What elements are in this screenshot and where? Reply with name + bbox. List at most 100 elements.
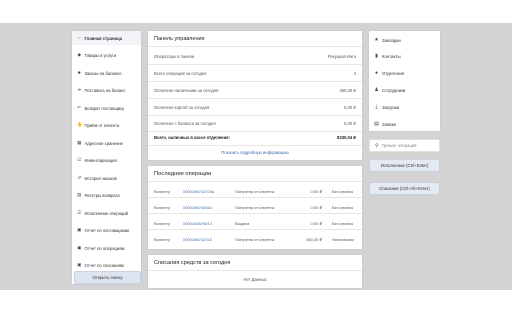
op-source: Boxberry	[154, 221, 171, 226]
tracking-search-input[interactable]	[381, 143, 437, 148]
star-icon: ★	[374, 37, 379, 43]
op-amount: 0,00 ₽	[310, 221, 322, 226]
left-sidebar: ⌂ Главная страница ◆ Товары и услуги ■ З…	[72, 31, 141, 284]
sidebar-item-history[interactable]: ↺ История заказов	[72, 171, 141, 185]
cp-total-value: 8330,04 ₽	[337, 135, 356, 140]
right-item-label: Заявки	[382, 121, 396, 127]
sidebar-item-put-balance[interactable]: ➜ Поставить на баланс	[72, 84, 141, 98]
sidebar-item-inventory[interactable]: ☑ Инвентаризация	[72, 154, 141, 168]
right-item-label: Контакты	[382, 53, 401, 59]
op-amount: 0,00 ₽	[310, 205, 322, 210]
sidebar-item-return-supplier[interactable]: ↶ Возврат поставщику	[72, 101, 141, 115]
sidebar-item-label: Исполнение операций	[84, 210, 129, 216]
divider	[148, 64, 362, 65]
contacts-icon: ▮	[375, 53, 378, 59]
cp-row-value: Рекуцкая Инга	[327, 54, 356, 59]
divider	[148, 181, 362, 182]
table-row[interactable]: Boxberry 0000166716703a Получена от клие…	[154, 186, 360, 196]
divider	[148, 115, 362, 116]
arrow-right-icon: ➜	[77, 87, 82, 93]
sidebar-item-label: Адресное хранение	[84, 140, 124, 146]
op-number-link[interactable]: 0000166716703a	[183, 189, 214, 194]
truck-icon: ■	[77, 69, 81, 75]
divider	[148, 98, 362, 99]
ticket-icon: ▤	[374, 121, 379, 127]
cp-row: Оплачено картой за сегодня 0,00 ₽	[154, 103, 356, 112]
right-item-branches[interactable]: ● Отделения	[369, 66, 440, 80]
right-item-requests[interactable]: ▤ Заявки	[369, 117, 440, 131]
table-row[interactable]: Boxberry 0000166575813 Выдача 0,00 ₽ Без…	[154, 218, 360, 228]
cp-row-label: Оплачено наличными за сегодня	[154, 88, 219, 93]
op-amount: 0,00 ₽	[310, 189, 322, 194]
divider	[148, 81, 362, 82]
sidebar-item-address-storage[interactable]: ▦ Адресное хранение	[72, 136, 141, 150]
home-icon: ⌂	[77, 34, 81, 40]
right-item-employees[interactable]: ♟ Сотрудники	[369, 83, 440, 97]
op-payment: Без оплаты	[332, 189, 354, 194]
writeoff-button[interactable]: Списание (Ctrl+Alt+Enter)	[369, 182, 440, 195]
writeoffs-title: Списания средств за сегодня	[154, 260, 231, 266]
op-number-link[interactable]: 0000166742316	[183, 237, 212, 242]
cp-total-row: Всего, наличных в кассе отделения: 8330,…	[154, 133, 356, 142]
table-row[interactable]: Boxberry 0000166742316 Получена от клиен…	[154, 234, 360, 244]
right-item-label: Отделения	[382, 70, 404, 76]
divider	[148, 197, 362, 198]
hand-icon: ✋	[77, 122, 83, 128]
list-icon: ☰	[77, 209, 82, 215]
sidebar-item-report-ops[interactable]: ▣ Отчет по операциям	[72, 241, 141, 255]
sidebar-item-home[interactable]: ⌂ Главная страница	[72, 31, 141, 45]
user-icon: ♟	[374, 87, 379, 93]
cp-row-value: 0,00 ₽	[344, 105, 356, 110]
sidebar-item-label: Отчет по списаниям	[84, 263, 124, 268]
sidebar-item-label: Отчет по операциям	[84, 245, 125, 251]
op-source: Boxberry	[154, 237, 171, 242]
sidebar-item-receive-client[interactable]: ✋ Приём от клиента	[72, 119, 141, 133]
sidebar-item-label: Отчет по поставщикам	[84, 228, 129, 233]
sidebar-item-label: Поставить на баланс	[84, 88, 126, 93]
cp-row-value: 0,00 ₽	[344, 121, 356, 126]
calendar-icon: ▣	[77, 262, 82, 268]
right-item-contacts[interactable]: ▮ Контакты	[369, 49, 440, 63]
sidebar-item-orders[interactable]: ■ Заказы на балансе	[72, 66, 141, 80]
execute-button[interactable]: Исполнение (Ctrl+Enter)	[369, 159, 440, 172]
cp-row: Операторы в панели Рекуцкая Инга	[154, 52, 356, 61]
sidebar-item-exec-ops[interactable]: ☰ Исполнение операций	[72, 206, 141, 220]
open-shift-button[interactable]: Открыть смену	[74, 271, 141, 284]
op-number-link[interactable]: 0000166745364	[183, 205, 212, 210]
sidebar-item-label: Заказы на балансе	[84, 70, 122, 76]
tags-icon: ◆	[77, 52, 81, 58]
sidebar-item-label: Реестры возврата	[84, 193, 120, 198]
op-type: Получена от клиента	[235, 189, 275, 194]
cp-row-value: 4	[353, 71, 356, 76]
registry-icon: ▤	[77, 192, 82, 198]
sidebar-item-return-registry[interactable]: ▤ Реестры возврата	[72, 189, 141, 203]
table-row[interactable]: Boxberry 0000166745364 Получена от клиен…	[154, 202, 360, 212]
download-icon: ⤓	[375, 104, 378, 110]
sidebar-item-goods[interactable]: ◆ Товары и услуги	[72, 49, 141, 63]
cp-row: Оплачено наличными за сегодня 450,30 ₽	[154, 86, 356, 95]
tracking-search: ⚲	[369, 139, 440, 152]
cp-row-label: Оплачено картой за сегодня	[154, 105, 210, 110]
divider	[148, 229, 362, 230]
op-payment: Без оплаты	[332, 205, 354, 210]
sidebar-item-label: Возврат поставщику	[84, 105, 125, 111]
cp-row: Всего операций за сегодня 4	[154, 69, 356, 78]
right-item-bookmarks[interactable]: ★ Закладки	[369, 33, 440, 47]
right-item-label: Загрузки	[382, 104, 400, 110]
right-item-downloads[interactable]: ⤓ Загрузки	[369, 100, 440, 114]
top-band	[0, 0, 512, 23]
more-info-link[interactable]: Показать подробную информацию	[148, 150, 362, 155]
calendar-icon: ▣	[77, 244, 82, 250]
op-type: Получена от клиента	[235, 237, 275, 242]
op-type: Выдача	[235, 221, 250, 226]
sidebar-item-label: Приём от клиента	[84, 123, 120, 128]
search-icon: ⚲	[375, 142, 379, 149]
sidebar-item-report-suppliers[interactable]: ▣ Отчет по поставщикам	[72, 224, 141, 238]
sidebar-item-label: Инвентаризация	[84, 158, 117, 163]
op-payment: Без оплаты	[332, 221, 354, 226]
right-item-label: Сотрудники	[382, 87, 406, 93]
bottom-band	[0, 290, 512, 320]
history-icon: ↺	[77, 174, 82, 180]
no-data-text: Нет Данных	[243, 277, 267, 282]
op-number-link[interactable]: 0000166575813	[183, 221, 212, 226]
